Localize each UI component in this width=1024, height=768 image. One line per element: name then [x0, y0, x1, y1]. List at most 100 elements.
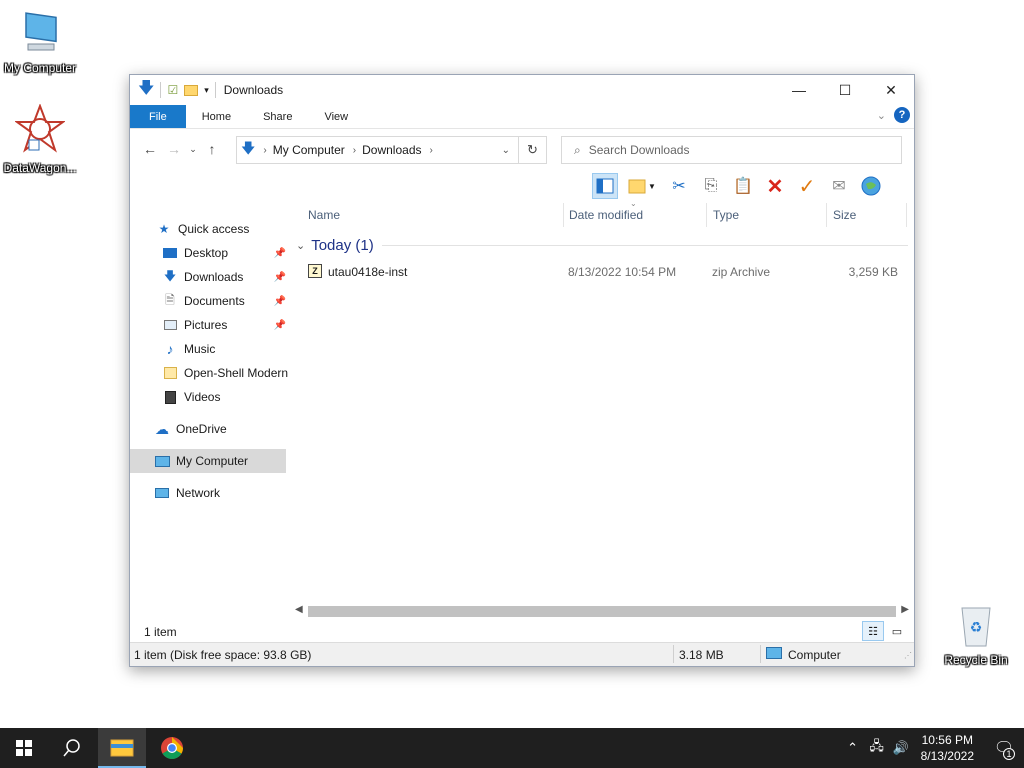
- network-status-icon[interactable]: 🖧: [865, 737, 889, 759]
- group-header-today[interactable]: ⌄ Today (1): [296, 237, 908, 254]
- desktop-icon-label: My Computer: [3, 61, 77, 75]
- chevron-right-icon[interactable]: ›: [263, 145, 266, 156]
- classic-toolbar: ▼ ✂ ⎘ 📋 ✕ ✓ ✉: [592, 171, 884, 201]
- sidebar-item-label: Documents: [184, 294, 245, 308]
- tab-share[interactable]: Share: [247, 105, 308, 128]
- clock[interactable]: 10:56 PM 8/13/2022: [921, 732, 974, 764]
- help-button[interactable]: ?: [894, 107, 910, 123]
- show-hidden-icons-icon[interactable]: ⌃: [841, 740, 865, 756]
- rename-button[interactable]: ✓: [794, 173, 820, 199]
- delete-button[interactable]: ✕: [762, 173, 788, 199]
- pin-icon[interactable]: 📌: [274, 248, 286, 259]
- minimize-button[interactable]: —: [776, 75, 822, 105]
- tab-view[interactable]: View: [308, 105, 364, 128]
- sort-indicator-icon: ⌄: [630, 199, 637, 208]
- sidebar-item-label: Desktop: [184, 246, 229, 260]
- computer-icon: [766, 647, 782, 659]
- windows-logo-icon: [16, 740, 32, 756]
- new-folder-icon[interactable]: [184, 84, 199, 96]
- sidebar-item-quick-access[interactable]: ★ Quick access: [130, 217, 290, 241]
- refresh-button[interactable]: ↻: [518, 137, 546, 163]
- group-label: Today (1): [311, 237, 374, 254]
- desktop-icon-my-computer[interactable]: My Computer: [0, 10, 80, 75]
- large-icons-view-button[interactable]: ▭: [886, 621, 908, 641]
- scroll-left-icon[interactable]: ◀: [295, 604, 303, 615]
- paste-button[interactable]: 📋: [730, 173, 756, 199]
- back-button[interactable]: ←: [138, 141, 162, 157]
- sidebar-item-downloads[interactable]: 🡇 Downloads 📌: [130, 265, 290, 289]
- sidebar-item-open-shell-modern[interactable]: Open-Shell Modern: [130, 361, 290, 385]
- file-date: 8/13/2022 10:54 PM: [568, 265, 677, 279]
- maximize-button[interactable]: ☐: [822, 75, 868, 105]
- desktop-icon-recycle-bin[interactable]: ♻ Recycle Bin: [936, 600, 1016, 667]
- qat-dropdown-icon[interactable]: ▾: [204, 85, 209, 96]
- location-status: Computer: [788, 648, 841, 662]
- table-row[interactable]: Z utau0418e-inst 8/13/2022 10:54 PM zip …: [304, 261, 898, 283]
- file-explorer-icon: [110, 739, 134, 757]
- sidebar-item-music[interactable]: ♪ Music: [130, 337, 290, 361]
- scroll-right-icon[interactable]: ▶: [901, 604, 909, 615]
- close-button[interactable]: ✕: [868, 75, 914, 105]
- pin-icon[interactable]: 📌: [274, 320, 286, 331]
- svg-text:♻: ♻: [970, 620, 983, 636]
- sidebar-item-network[interactable]: Network: [130, 481, 290, 505]
- breadcrumb-downloads[interactable]: Downloads: [362, 143, 421, 157]
- video-icon: [162, 389, 178, 405]
- column-type[interactable]: Type: [713, 208, 739, 222]
- sidebar-item-videos[interactable]: Videos: [130, 385, 290, 409]
- download-arrow-icon: 🡇: [138, 79, 155, 97]
- expand-ribbon-icon[interactable]: ⌄: [877, 109, 886, 122]
- sidebar-item-documents[interactable]: 🗎 Documents 📌: [130, 289, 290, 313]
- pin-icon[interactable]: 📌: [274, 296, 286, 307]
- details-view-button[interactable]: ☷: [862, 621, 884, 641]
- volume-icon[interactable]: 🔊: [889, 740, 913, 756]
- sidebar-item-pictures[interactable]: Pictures 📌: [130, 313, 290, 337]
- search-button[interactable]: [48, 728, 96, 768]
- breadcrumb-my-computer[interactable]: My Computer: [273, 143, 345, 157]
- tab-file[interactable]: File: [130, 105, 186, 128]
- desktop-icon-datawagon[interactable]: DataWagon...: [0, 103, 80, 175]
- address-dropdown-icon[interactable]: ⌄: [502, 145, 510, 156]
- recent-locations-icon[interactable]: ⌄: [186, 144, 200, 155]
- file-list: Name Date modified ⌄ Type Size ⌄ Today (…: [290, 199, 914, 603]
- sidebar-item-desktop[interactable]: Desktop 📌: [130, 241, 290, 265]
- pin-icon[interactable]: 📌: [274, 272, 286, 283]
- divider: [214, 82, 216, 98]
- search-box[interactable]: ⌕ Search Downloads: [561, 136, 902, 164]
- column-name[interactable]: Name: [308, 208, 340, 222]
- copy-button[interactable]: ⎘: [698, 173, 724, 199]
- sidebar-item-label: Downloads: [184, 270, 244, 284]
- chevron-right-icon[interactable]: ›: [430, 145, 433, 156]
- navigation-pane-button[interactable]: [592, 173, 618, 199]
- navigation-pane: ★ Quick access Desktop 📌 🡇 Downloads 📌 🗎…: [130, 203, 290, 623]
- divider: [160, 82, 162, 98]
- sidebar-item-label: Videos: [184, 390, 221, 404]
- cut-button[interactable]: ✂: [666, 173, 692, 199]
- email-button[interactable]: ✉: [826, 173, 852, 199]
- divider: [706, 203, 707, 227]
- start-button[interactable]: [0, 728, 48, 768]
- forward-button[interactable]: →: [162, 141, 186, 157]
- internet-options-button[interactable]: [858, 173, 884, 199]
- folder-icon: [162, 365, 178, 381]
- chrome-taskbar-button[interactable]: [148, 728, 196, 768]
- sidebar-item-my-computer[interactable]: My Computer: [130, 449, 286, 473]
- folder-options-button[interactable]: ▼: [624, 173, 660, 199]
- tab-home[interactable]: Home: [186, 105, 247, 128]
- properties-icon[interactable]: ☑: [167, 83, 178, 97]
- column-date-modified[interactable]: Date modified: [569, 208, 643, 222]
- file-name: utau0418e-inst: [328, 265, 408, 279]
- column-size[interactable]: Size: [833, 208, 856, 222]
- up-button[interactable]: ↑: [200, 141, 224, 157]
- resize-grip-icon[interactable]: ⋰: [904, 651, 912, 660]
- scrollbar-thumb[interactable]: [308, 606, 896, 617]
- desktop-icon-label: Recycle Bin: [944, 653, 1008, 667]
- file-explorer-taskbar-button[interactable]: [98, 728, 146, 768]
- address-bar[interactable]: 🡇 › My Computer › Downloads › ⌄ ↻: [236, 136, 547, 164]
- title-bar[interactable]: 🡇 ☑ ▾ Downloads — ☐ ✕: [130, 75, 914, 105]
- chevron-right-icon[interactable]: ›: [353, 145, 356, 156]
- sidebar-item-onedrive[interactable]: ☁ OneDrive: [130, 417, 290, 441]
- action-center-button[interactable]: 🗨 1: [984, 728, 1024, 768]
- file-type: zip Archive: [712, 265, 771, 279]
- horizontal-scrollbar[interactable]: ◀ ▶: [290, 603, 914, 620]
